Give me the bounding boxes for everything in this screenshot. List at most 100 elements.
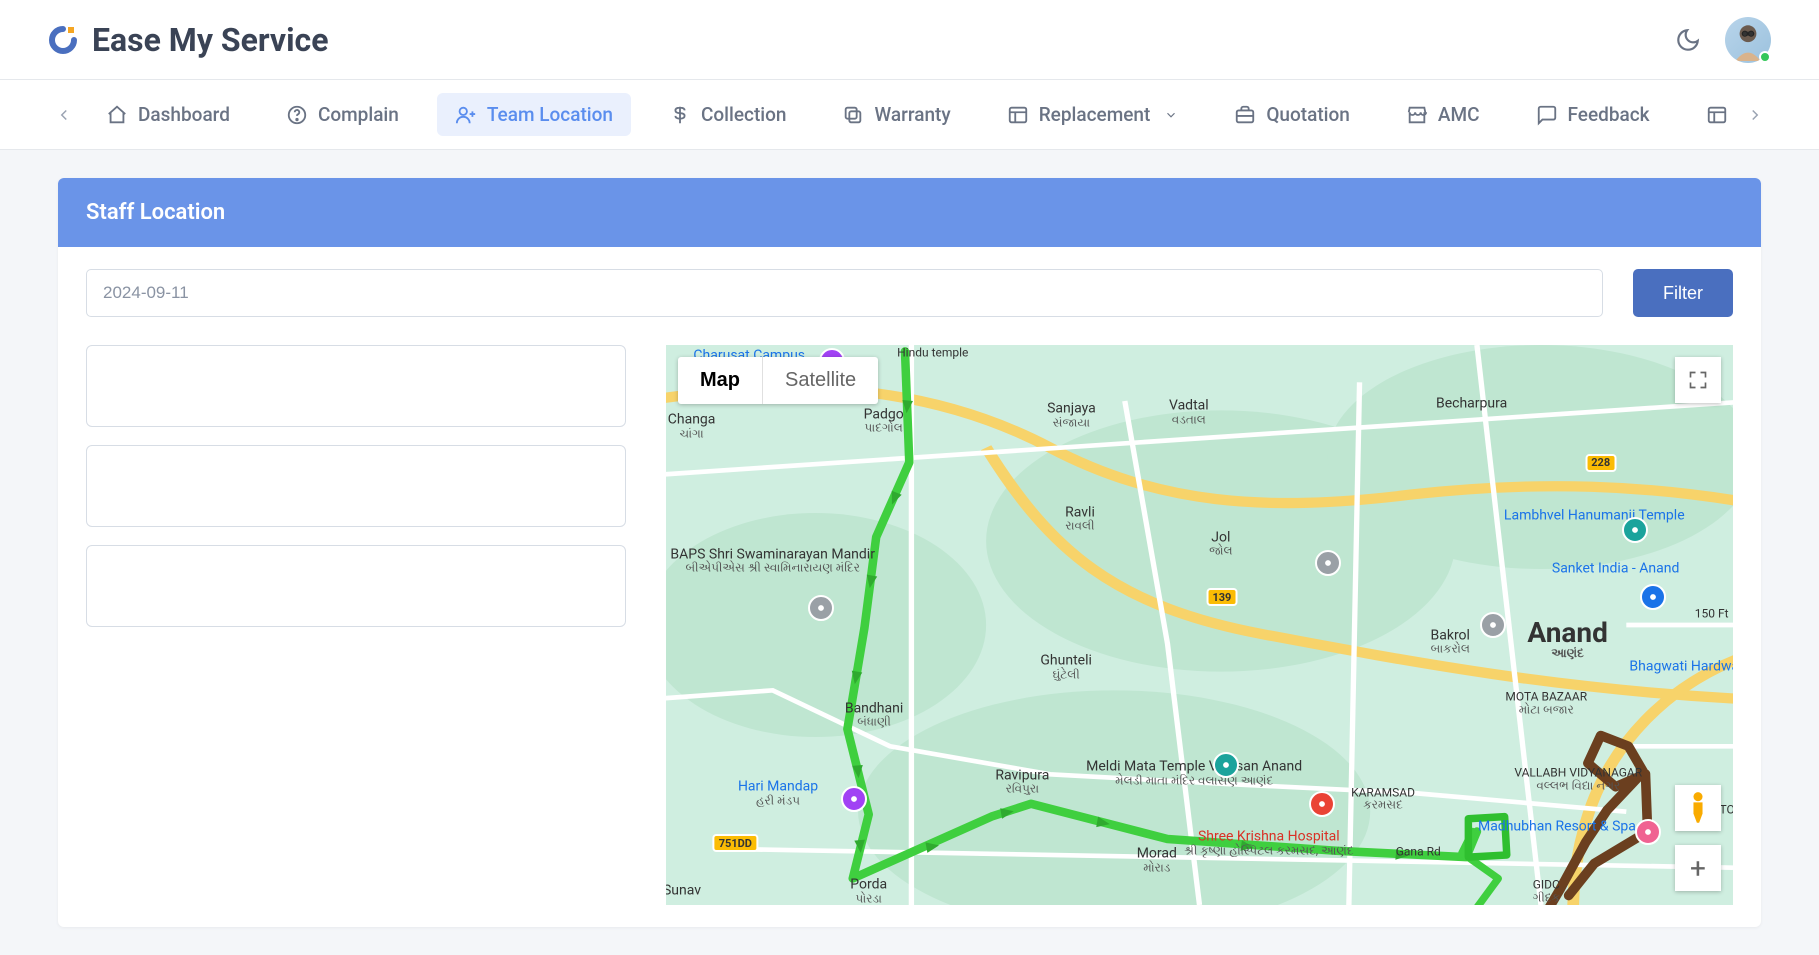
staff-list [86, 345, 626, 905]
streetview-pegman[interactable] [1675, 785, 1721, 831]
tab-label: Complain [318, 103, 399, 126]
tab-replacement[interactable]: Replacement [989, 93, 1197, 136]
map-place-label: BAPS Shri Swaminarayan Mandirબીએપીએસ શ્ર… [670, 547, 875, 574]
staff-card[interactable] [86, 445, 626, 527]
tab-quotation[interactable]: Quotation [1216, 93, 1368, 136]
map-place-label: Lambhvel Hanumanji Temple [1504, 508, 1685, 523]
map-place-label: Moradમોરાડ [1137, 847, 1177, 874]
poi-marker [1640, 584, 1666, 610]
app-logo-icon [48, 25, 78, 55]
map-place-label: Meldi Mata Temple Valasan Anandમેલડી માત… [1086, 760, 1302, 787]
map-canvas[interactable]: Map Satellite + Charusat CampusHindu tem… [666, 345, 1733, 905]
map-place-label: Padgoપાદગોલ [864, 407, 904, 434]
map-place-label: Ravliરાવલી [1065, 505, 1095, 532]
briefcase-icon [1234, 104, 1256, 126]
staff-card[interactable] [86, 345, 626, 427]
map-place-label: VALLABH VIDYANAGARવલ્લભ વિદ્યા નગર [1514, 766, 1642, 791]
poi-marker [841, 786, 867, 812]
map-place-label: 150 Ft [1695, 608, 1729, 621]
map-place-label: Ravipuraરવિપુરા [995, 768, 1049, 795]
tab-team-location[interactable]: Team Location [437, 93, 631, 136]
poi-marker [1309, 791, 1335, 817]
tab-label: AMC [1438, 103, 1480, 126]
tab-label: Team Location [487, 103, 613, 126]
map-place-label: Gana Rd [1396, 846, 1441, 859]
tab-feedback[interactable]: Feedback [1518, 93, 1668, 136]
map-place-label: Madhubhan Resort & Spa [1478, 819, 1636, 834]
route-shield: 751DD [713, 834, 758, 852]
user-plus-icon [455, 104, 477, 126]
poi-marker [1480, 612, 1506, 638]
map-place-label: Hindu temple [897, 347, 968, 360]
date-input[interactable] [86, 269, 1603, 317]
help-icon [286, 104, 308, 126]
card-header: Staff Location [58, 178, 1761, 247]
map-place-label: Bhagwati Hardware [1629, 660, 1733, 675]
map-place-label: Vadtalવડતાલ [1169, 399, 1209, 426]
map-place-label: Pordaપોરડા [850, 877, 887, 904]
route-shield: 228 [1585, 454, 1616, 472]
map-place-label: Sanket India - Anand [1552, 562, 1679, 577]
nav-scroll-left[interactable] [48, 99, 80, 131]
tab-label: Replacement [1039, 103, 1151, 126]
store-icon [1406, 104, 1428, 126]
map-place-label: Becharpura [1436, 396, 1507, 411]
dark-mode-toggle[interactable] [1675, 27, 1701, 53]
map-place-label: Changaચાંગા [668, 413, 716, 440]
tab-label: Dashboard [138, 103, 230, 126]
main-nav: Dashboard Complain Team Location Collection… [0, 80, 1819, 150]
poi-marker [1315, 550, 1341, 576]
tab-amc[interactable]: AMC [1388, 93, 1498, 136]
tab-label: Warranty [874, 103, 950, 126]
dollar-icon [669, 104, 691, 126]
copy-icon [842, 104, 864, 126]
staff-location-card: Staff Location Filter [58, 178, 1761, 927]
map-place-label: Shree Krishna Hospitalશ્રી કૃષ્ણા હોસ્પિ… [1184, 830, 1353, 857]
filter-button[interactable]: Filter [1633, 269, 1733, 317]
user-avatar[interactable] [1725, 17, 1771, 63]
poi-marker [1635, 819, 1661, 845]
page-body: Staff Location Filter [0, 150, 1819, 955]
nav-scroll-right[interactable] [1739, 99, 1771, 131]
map-place-label: GIDCગીદક [1533, 878, 1560, 903]
topbar: Ease My Service [0, 0, 1819, 80]
staff-card[interactable] [86, 545, 626, 627]
map-place-label: MOTA BAZAARમોટા બજાર [1505, 691, 1587, 716]
map-type-satellite[interactable]: Satellite [762, 357, 878, 404]
map-place-label: KARAMSADકરમસદ [1351, 786, 1415, 811]
map-place-label: Hari Mandapહરી મંડપ [738, 779, 818, 806]
poi-marker [808, 595, 834, 621]
layout-icon [1007, 104, 1029, 126]
map-place-label: Bandhaniબંધાણી [845, 701, 903, 728]
map-place-label: Sunav [666, 884, 701, 899]
message-icon [1536, 104, 1558, 126]
tab-collection[interactable]: Collection [651, 93, 805, 136]
map-type-map[interactable]: Map [678, 357, 762, 404]
tab-warranty[interactable]: Warranty [824, 93, 968, 136]
map-place-label: Sanjayaસંજાયા [1047, 401, 1096, 428]
map-place-label: Anandઆણંદ [1527, 618, 1608, 660]
tab-dashboard[interactable]: Dashboard [88, 93, 248, 136]
chevron-down-icon [1164, 108, 1178, 122]
map-place-label: Ghunteliઘુંટેલી [1040, 653, 1092, 680]
map-type-switch: Map Satellite [678, 357, 878, 404]
home-icon [106, 104, 128, 126]
route-shield: 139 [1206, 588, 1237, 606]
tab-complain[interactable]: Complain [268, 93, 417, 136]
filter-row: Filter [86, 269, 1733, 317]
map-zoom-in[interactable]: + [1675, 845, 1721, 891]
tab-label: Quotation [1266, 103, 1350, 126]
map-place-label: Bakrolબાકરોલ [1431, 628, 1470, 655]
topbar-right [1675, 17, 1771, 63]
map-fullscreen-button[interactable] [1675, 357, 1721, 403]
map-place-label: Jolજોલ [1209, 530, 1232, 557]
app-title: Ease My Service [92, 21, 328, 59]
layout-icon [1706, 104, 1728, 126]
brand: Ease My Service [48, 21, 328, 59]
tab-label: Feedback [1568, 103, 1650, 126]
tab-label: Collection [701, 103, 787, 126]
online-status-dot [1759, 51, 1771, 63]
poi-marker [1213, 752, 1239, 778]
tab-setup[interactable]: Setup [1688, 93, 1731, 136]
poi-marker [1622, 517, 1648, 543]
